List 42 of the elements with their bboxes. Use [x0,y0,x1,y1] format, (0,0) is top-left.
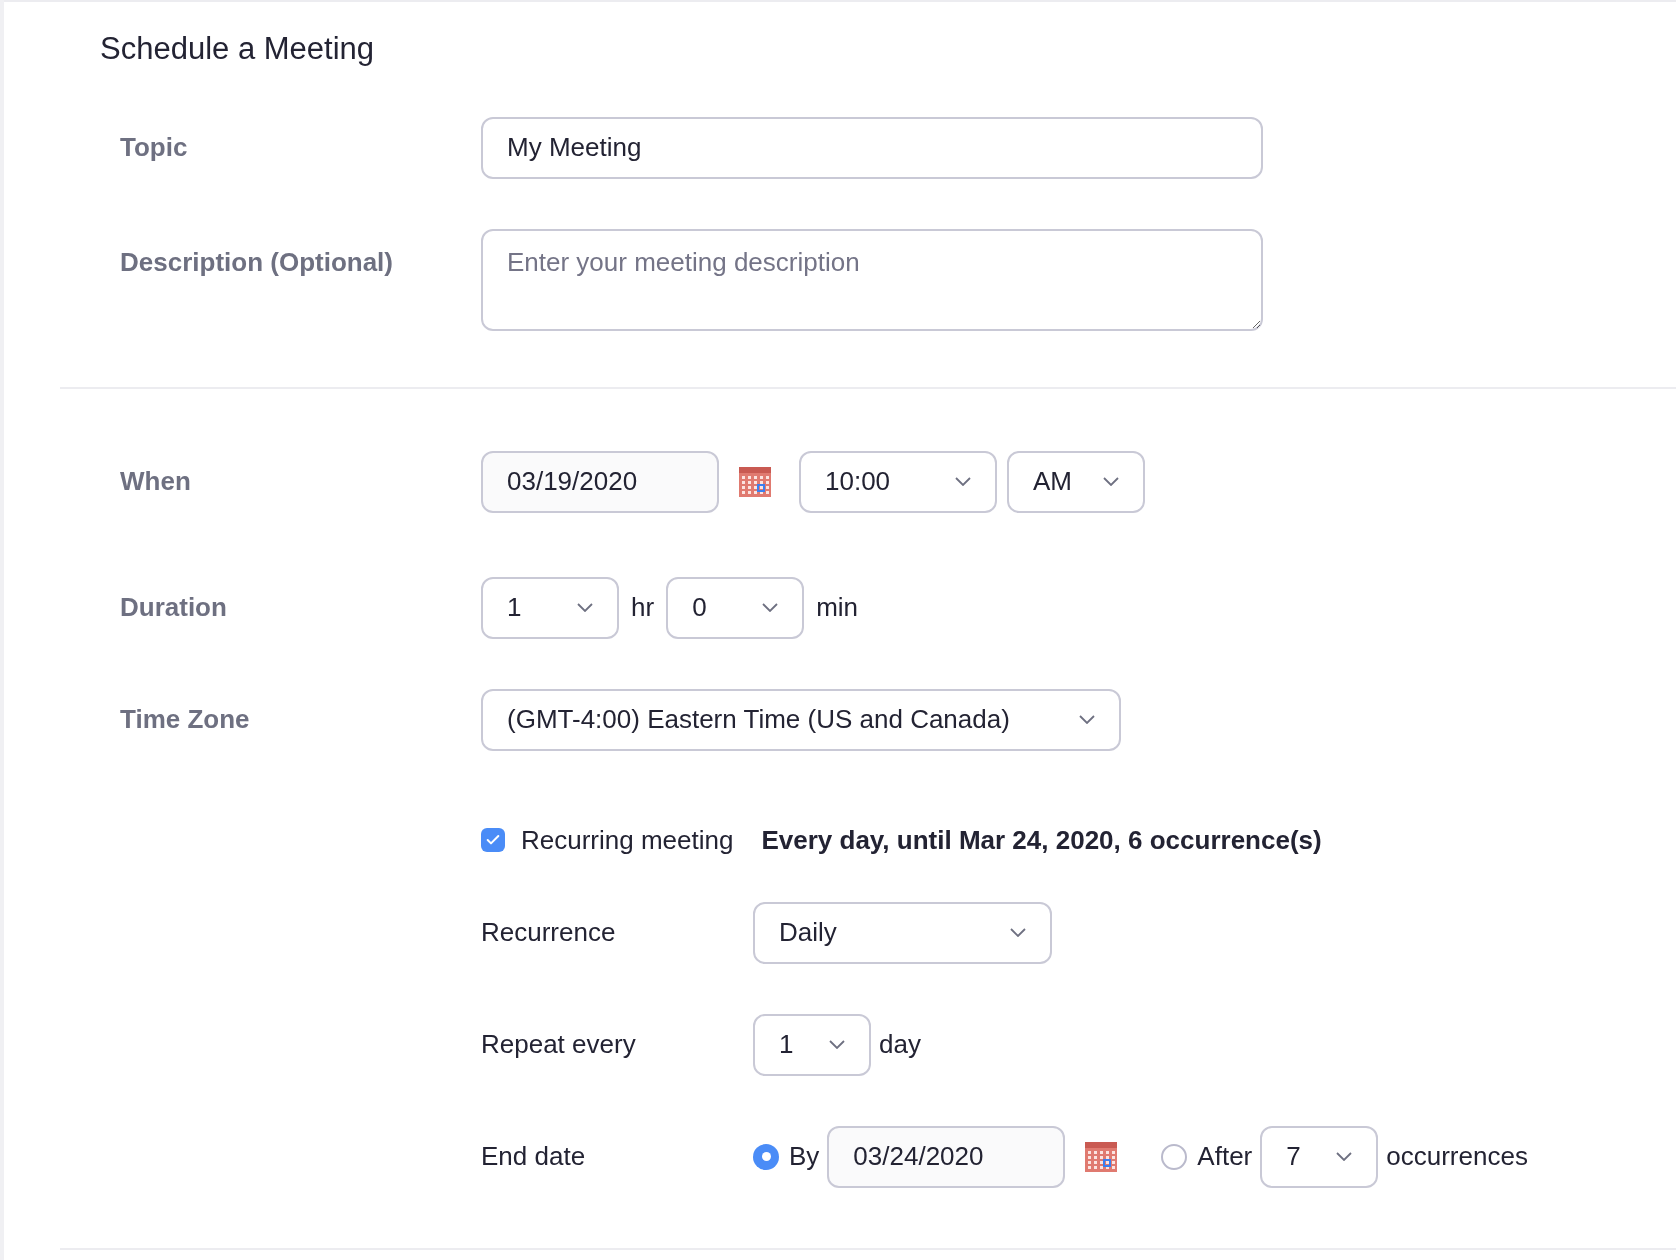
date-field[interactable]: 03/19/2020 [481,450,719,513]
checkbox[interactable] [481,828,505,852]
chevron-icon [829,1040,845,1049]
dropdown[interactable]: (GMT-4:00) Eastern Time (US and Canada) [481,688,1121,751]
chevron-icon [1336,1152,1353,1161]
chevron-icon [577,603,593,612]
unit-label: min [816,591,859,624]
dropdown[interactable]: 0 [666,576,805,639]
chevron-icon [1103,477,1119,486]
field-label: Time Zone [120,703,251,736]
dropdown[interactable]: AM [1007,450,1145,513]
calendar-icon[interactable] [739,466,771,497]
radio-button[interactable] [753,1143,779,1170]
unit-label: day [879,1028,921,1061]
field-label: Topic [120,131,189,164]
page-title: Schedule a Meeting [100,30,376,68]
dropdown[interactable]: 1 [753,1013,871,1076]
recurrence-summary: Every day, until Mar 24, 2020, 6 occurrence(s) [761,823,1322,857]
dropdown[interactable]: 7 [1260,1125,1379,1188]
field-label: Repeat every [481,1028,637,1061]
field-label: End date [481,1140,587,1173]
chevron-icon [955,477,971,486]
field-label: When [120,465,192,498]
dropdown[interactable]: Daily [753,901,1052,964]
chevron-icon [1010,928,1026,937]
chevron-icon [1079,715,1095,724]
checkbox-label: Recurring meeting [521,823,734,857]
radio-button[interactable] [1161,1143,1188,1170]
field-label: Duration [120,591,228,624]
radio-label: After [1197,1140,1253,1173]
dropdown[interactable]: 1 [481,576,619,639]
unit-label: hr [631,591,655,624]
unit-label: occurrences [1386,1140,1528,1173]
field-label: Description (Optional) [120,245,394,279]
chevron-icon [762,603,779,612]
description-field[interactable]: Enter your meeting description [481,228,1263,331]
topic-field[interactable]: My Meeting [481,116,1263,179]
field-label: Recurrence [481,916,617,949]
date-field[interactable]: 03/24/2020 [827,1125,1066,1188]
radio-label: By [789,1140,820,1173]
dropdown[interactable]: 10:00 [799,450,997,513]
calendar-icon[interactable] [1085,1141,1118,1172]
